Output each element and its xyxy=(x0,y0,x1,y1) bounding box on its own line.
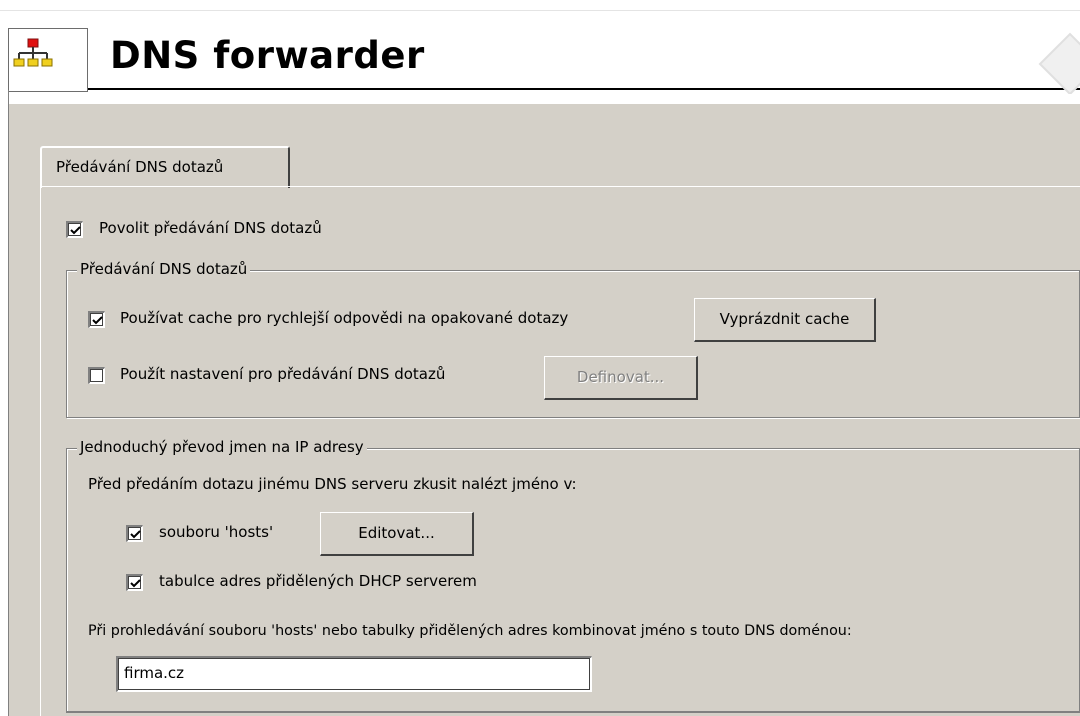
use-settings-checkbox[interactable] xyxy=(88,367,105,384)
forwarding-group-title: Předávání DNS dotazů xyxy=(77,260,251,278)
dhcp-table-checkbox[interactable] xyxy=(126,574,143,591)
tab-panel-left-border xyxy=(40,188,41,716)
tab-dns-forwarding[interactable]: Předávání DNS dotazů xyxy=(40,146,290,188)
enable-forwarding-checkbox[interactable] xyxy=(66,221,83,238)
domain-prompt-text: Při prohledávání souboru 'hosts' nebo ta… xyxy=(88,623,852,639)
groupbox-bottom-edge xyxy=(66,712,1080,713)
resolution-intro-text: Před předáním dotazu jinému DNS serveru … xyxy=(88,475,577,493)
network-hierarchy-icon xyxy=(8,28,88,92)
dns-domain-input[interactable]: firma.cz xyxy=(116,656,592,692)
title-underline xyxy=(88,88,1080,90)
use-cache-label[interactable]: Používat cache pro rychlejší odpovědi na… xyxy=(120,309,568,327)
title-bar: DNS forwarder xyxy=(0,0,1080,104)
clear-cache-button[interactable]: Vyprázdnit cache xyxy=(694,298,876,342)
hosts-file-label[interactable]: souboru 'hosts' xyxy=(159,523,273,541)
hosts-file-checkbox[interactable] xyxy=(126,525,143,542)
page-title: DNS forwarder xyxy=(110,34,425,77)
tab-panel-top-border xyxy=(40,186,1080,189)
simple-resolution-group-title: Jednoduchý převod jmen na IP adresy xyxy=(77,438,367,456)
dhcp-table-label[interactable]: tabulce adres přidělených DHCP serverem xyxy=(159,572,477,590)
edit-hosts-button[interactable]: Editovat... xyxy=(320,512,474,556)
watermark-icon xyxy=(1038,32,1080,94)
top-divider xyxy=(0,10,1080,11)
tab-label: Předávání DNS dotazů xyxy=(56,158,224,176)
define-button[interactable]: Definovat... xyxy=(544,356,698,400)
body-left-border xyxy=(8,90,9,716)
enable-forwarding-label[interactable]: Povolit předávání DNS dotazů xyxy=(99,219,322,237)
use-cache-checkbox[interactable] xyxy=(88,311,105,328)
use-settings-label[interactable]: Použít nastavení pro předávání DNS dotaz… xyxy=(120,365,445,383)
